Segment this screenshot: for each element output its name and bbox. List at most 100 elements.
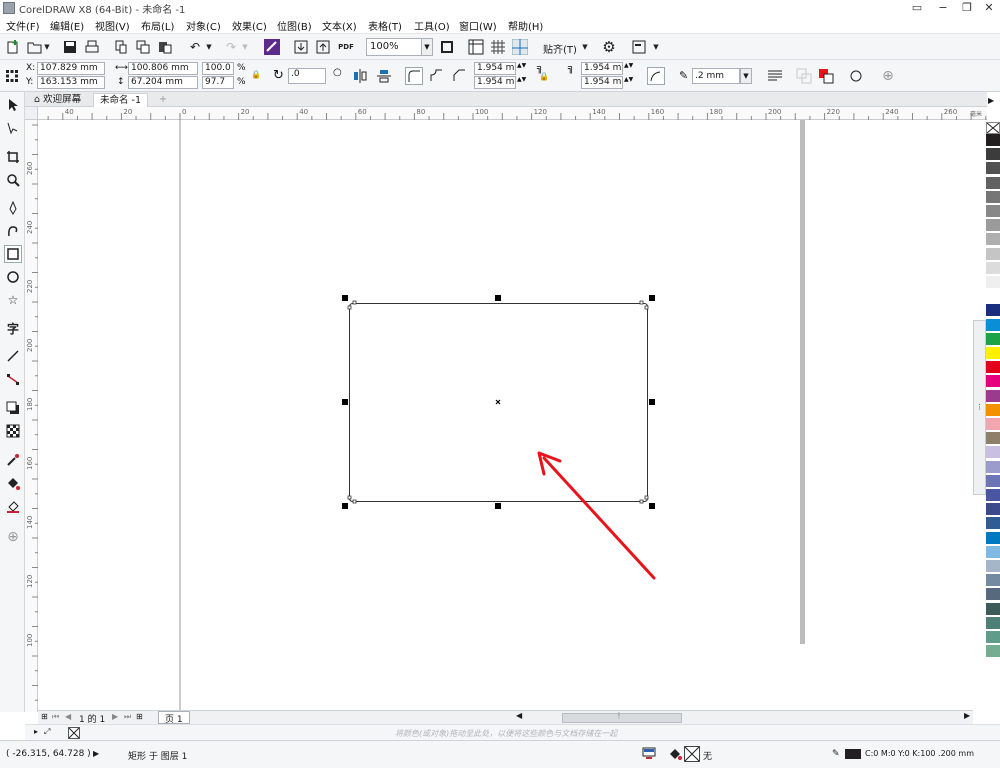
palette-swatch[interactable]	[986, 233, 1000, 247]
scroll-right-icon[interactable]: ▶	[964, 711, 970, 720]
propbar-scroll-icon[interactable]: ▶	[988, 96, 994, 105]
palette-swatch[interactable]	[986, 162, 1000, 176]
restore-small-icon[interactable]: ▭	[906, 0, 928, 16]
outline-width-dropdown-icon[interactable]: ▼	[740, 68, 752, 84]
lock-corners-icon[interactable]: 🔒	[539, 72, 549, 81]
page-tab-1[interactable]: 页 1	[158, 711, 190, 725]
palette-swatch[interactable]	[986, 588, 1000, 602]
add-page-after-icon[interactable]: ⊞	[136, 712, 143, 721]
round-corner-icon[interactable]	[405, 67, 423, 85]
previous-page-icon[interactable]: ◀	[65, 712, 71, 721]
paste-icon[interactable]	[156, 38, 174, 56]
height-field[interactable]: 67.204 mm	[128, 76, 198, 89]
connector-tool-icon[interactable]	[4, 370, 22, 388]
palette-swatch[interactable]	[986, 190, 1000, 204]
convert-to-curves-icon[interactable]	[848, 68, 864, 84]
palette-swatch[interactable]	[986, 616, 1000, 630]
palette-swatch[interactable]	[986, 474, 1000, 488]
palette-swatch[interactable]	[986, 347, 1000, 360]
corner-radius-top-left-field[interactable]: 1.954 mm	[474, 62, 516, 75]
menu-table[interactable]: 表格(T)	[368, 18, 402, 33]
save-icon[interactable]	[61, 38, 79, 56]
palette-options-icon[interactable]: ▸	[34, 727, 38, 736]
palette-swatch[interactable]	[986, 276, 1000, 289]
color-proofing-icon[interactable]	[642, 747, 656, 760]
redo-dropdown-icon[interactable]: ▼	[236, 38, 254, 56]
palette-swatch[interactable]	[986, 545, 1000, 559]
palette-swatch[interactable]	[986, 574, 1000, 588]
palette-swatch[interactable]	[986, 517, 1000, 531]
palette-swatch[interactable]	[986, 318, 1000, 332]
scalloped-corner-icon[interactable]	[428, 67, 446, 85]
palette-swatch[interactable]	[986, 560, 1000, 573]
drop-shadow-tool-icon[interactable]	[4, 399, 22, 417]
menu-help[interactable]: 帮助(H)	[508, 18, 543, 33]
spin-up-icon-2[interactable]: ▲▼	[624, 62, 633, 69]
full-screen-icon[interactable]	[438, 38, 456, 56]
palette-swatch[interactable]	[986, 631, 1000, 644]
palette-swatch[interactable]	[986, 176, 1000, 190]
polygon-star-tool-icon[interactable]: ☆	[4, 291, 22, 309]
ellipse-tool-icon[interactable]	[4, 268, 22, 286]
palette-swatch[interactable]	[986, 219, 1000, 233]
add-icon[interactable]: ⊕	[880, 68, 896, 84]
palette-swatch[interactable]	[986, 148, 1000, 162]
show-guidelines-icon[interactable]	[511, 38, 529, 56]
menu-layout[interactable]: 布局(L)	[141, 18, 174, 33]
horizontal-scrollbar[interactable]: ⦙ ▶	[528, 710, 973, 724]
palette-swatch[interactable]	[986, 205, 1000, 218]
x-position-field[interactable]: 107.829 mm	[37, 62, 105, 75]
first-page-icon[interactable]: ⏮	[52, 712, 59, 722]
menu-file[interactable]: 文件(F)	[6, 18, 40, 33]
palette-swatch[interactable]	[986, 432, 1000, 446]
horizontal-ruler[interactable]: 40 20 0 20 40 60 80 100 120 140 160 180 200 220 240 260…	[25, 107, 987, 120]
freehand-tool-icon[interactable]	[4, 199, 22, 217]
crop-tool-icon[interactable]	[4, 148, 22, 166]
palette-swatch[interactable]	[986, 602, 1000, 616]
print-icon[interactable]	[83, 38, 101, 56]
menu-tools[interactable]: 工具(O)	[414, 18, 450, 33]
export-icon[interactable]	[314, 38, 332, 56]
minimize-button[interactable]: −	[932, 0, 954, 16]
center-mark-icon[interactable]	[495, 399, 501, 405]
palette-swatch[interactable]	[986, 332, 1000, 346]
palette-swatch[interactable]	[986, 489, 1000, 502]
corner-radius-bottom-left-field[interactable]: 1.954 mm	[474, 76, 516, 89]
next-page-icon[interactable]: ▶	[112, 712, 118, 721]
corner-radius-top-right-field[interactable]: 1.954 mm	[581, 62, 623, 75]
palette-swatch[interactable]	[986, 375, 1000, 389]
new-tab-icon[interactable]: +	[153, 93, 173, 107]
fill-none-swatch[interactable]	[684, 746, 700, 762]
mirror-horizontal-icon[interactable]	[352, 68, 368, 84]
open-dropdown-icon[interactable]: ▼	[38, 38, 56, 56]
dimension-tool-icon[interactable]	[4, 347, 22, 365]
last-page-icon[interactable]: ⏭	[124, 712, 131, 722]
to-front-icon[interactable]	[796, 68, 812, 84]
status-arrow-icon[interactable]: ▶	[93, 749, 99, 758]
palette-swatch[interactable]	[986, 531, 1000, 545]
add-tool-icon[interactable]: ⊕	[4, 528, 22, 546]
palette-swatch[interactable]	[986, 247, 1000, 261]
shape-tool-icon[interactable]	[4, 119, 22, 137]
undo-dropdown-icon[interactable]: ▼	[200, 38, 218, 56]
palette-swatch[interactable]	[986, 403, 1000, 417]
interactive-fill-tool-icon[interactable]	[4, 474, 22, 492]
snap-to-button[interactable]: 贴齐(T)	[543, 41, 577, 56]
relative-corner-scaling-icon[interactable]	[647, 67, 665, 85]
smart-fill-tool-icon[interactable]	[4, 497, 22, 515]
eyedropper-small-icon[interactable]: ⤢	[44, 727, 50, 737]
zoom-tool-icon[interactable]	[4, 171, 22, 189]
spin-up-icon[interactable]: ▲▼	[517, 62, 526, 69]
menu-bitmaps[interactable]: 位图(B)	[277, 18, 312, 33]
menu-window[interactable]: 窗口(W)	[459, 18, 497, 33]
palette-swatch[interactable]	[986, 361, 1000, 375]
menu-effects[interactable]: 效果(C)	[232, 18, 267, 33]
ruler-corner[interactable]	[25, 107, 38, 120]
no-color-small-swatch[interactable]	[68, 727, 80, 739]
menu-object[interactable]: 对象(C)	[186, 18, 221, 33]
fill-bucket-icon[interactable]	[668, 747, 682, 760]
copy-icon[interactable]	[134, 38, 152, 56]
y-position-field[interactable]: 163.153 mm	[37, 76, 105, 89]
drawing-canvas[interactable]	[38, 120, 972, 710]
object-origin-icon[interactable]	[5, 69, 19, 83]
